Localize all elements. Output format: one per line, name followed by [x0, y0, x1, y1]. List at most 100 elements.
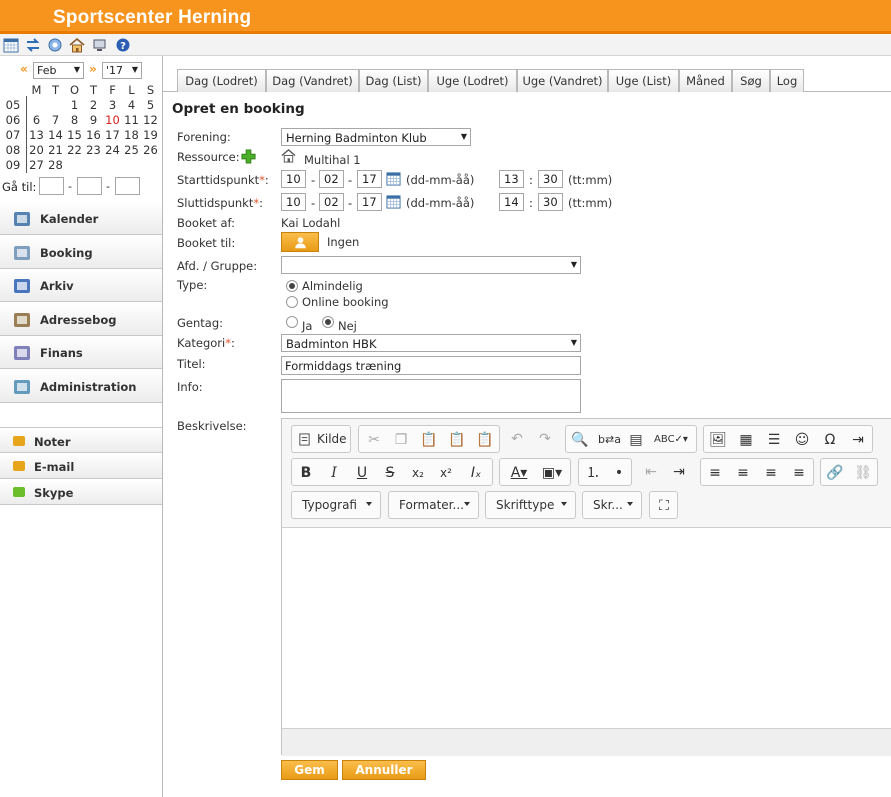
outdent-icon[interactable]: ⇤	[641, 462, 661, 482]
align-right-icon[interactable]: ≡	[761, 463, 781, 483]
tab-3[interactable]: Uge (Lodret)	[428, 69, 517, 92]
calendar-picker-icon[interactable]	[386, 194, 401, 209]
calendar-day[interactable]: 25	[122, 143, 141, 157]
numbered-list-icon[interactable]: ⒈	[583, 463, 603, 483]
bold-icon[interactable]: B	[296, 463, 316, 483]
week-number[interactable]: 07	[2, 128, 24, 142]
menu-item-skype[interactable]: Skype	[0, 479, 162, 505]
type-almindelig-radio[interactable]	[286, 280, 298, 292]
special-char-icon[interactable]: Ω	[820, 430, 840, 450]
home-icon[interactable]	[69, 37, 85, 53]
tab-6[interactable]: Måned	[679, 69, 732, 92]
slut-hour-input[interactable]: 14	[499, 193, 524, 211]
week-number[interactable]: 06	[2, 113, 24, 127]
calendar-day[interactable]: 3	[103, 98, 122, 112]
paste-icon[interactable]: 📋	[419, 430, 439, 450]
font-combo[interactable]: Skrifttype	[485, 491, 576, 519]
menu-item-kalender[interactable]: Kalender	[0, 202, 162, 235]
help-icon[interactable]: ?	[115, 37, 131, 53]
italic-icon[interactable]: I	[324, 463, 344, 483]
source-button[interactable]: Kilde	[291, 425, 351, 453]
slut-day-input[interactable]: 10	[281, 193, 306, 211]
month-select[interactable]: Feb ▼	[33, 62, 84, 79]
titel-input[interactable]: Formiddags træning	[281, 356, 581, 375]
tab-1[interactable]: Dag (Vandret)	[266, 69, 359, 92]
paste-word-icon[interactable]: 📋	[475, 430, 495, 450]
calendar-day[interactable]: 7	[46, 113, 65, 127]
calendar-day[interactable]: 8	[65, 113, 84, 127]
strike-icon[interactable]: S	[380, 463, 400, 483]
menu-item-adressebog[interactable]: Adressebog	[0, 302, 162, 336]
swap-icon[interactable]	[25, 37, 41, 53]
calendar-icon[interactable]	[3, 37, 19, 53]
page-break-icon[interactable]: ⇥	[848, 430, 868, 450]
calendar-picker-icon[interactable]	[386, 171, 401, 186]
slut-month-input[interactable]: 02	[319, 193, 344, 211]
calendar-day[interactable]: 11	[122, 113, 141, 127]
calendar-day[interactable]: 18	[122, 128, 141, 142]
calendar-day[interactable]: 12	[141, 113, 160, 127]
menu-item-administration[interactable]: Administration	[0, 369, 162, 403]
horizontal-rule-icon[interactable]: ☰	[764, 430, 784, 450]
year-select[interactable]: '17 ▼	[102, 62, 142, 79]
bullet-list-icon[interactable]: •	[609, 463, 629, 483]
calendar-day[interactable]: 4	[122, 98, 141, 112]
calendar-day[interactable]: 20	[27, 143, 46, 157]
redo-icon[interactable]: ↷	[535, 429, 555, 449]
unlink-icon[interactable]: ⛓	[853, 463, 873, 483]
menu-item-finans[interactable]: Finans	[0, 336, 162, 369]
next-month-arrow[interactable]: »	[89, 62, 97, 76]
superscript-icon[interactable]: x²	[436, 463, 456, 483]
table-icon[interactable]: ▦	[736, 430, 756, 450]
menu-item-noter[interactable]: Noter	[0, 427, 162, 453]
calendar-day[interactable]: 5	[141, 98, 160, 112]
format-combo[interactable]: Formater...	[388, 491, 479, 519]
gentag-ja-radio[interactable]	[286, 316, 298, 328]
start-day-input[interactable]: 10	[281, 170, 306, 188]
info-textarea[interactable]	[281, 379, 581, 413]
calendar-day[interactable]: 6	[27, 113, 46, 127]
font-size-combo[interactable]: Skr...	[582, 491, 642, 519]
tab-8[interactable]: Log	[770, 69, 804, 92]
remove-format-icon[interactable]: Iₓ	[466, 463, 486, 483]
slut-minute-input[interactable]: 30	[538, 193, 563, 211]
indent-icon[interactable]: ⇥	[669, 462, 689, 482]
slut-year-input[interactable]: 17	[357, 193, 382, 211]
start-minute-input[interactable]: 30	[538, 170, 563, 188]
maximize-button[interactable]: ⛶	[649, 491, 678, 519]
find-icon[interactable]: 🔍	[570, 430, 590, 450]
link-icon[interactable]: 🔗	[825, 463, 845, 483]
tab-5[interactable]: Uge (List)	[608, 69, 679, 92]
undo-icon[interactable]: ↶	[507, 429, 527, 449]
tab-4[interactable]: Uge (Vandret)	[517, 69, 608, 92]
calendar-day[interactable]: 23	[84, 143, 103, 157]
calendar-day[interactable]: 22	[65, 143, 84, 157]
monitor-icon[interactable]	[92, 37, 108, 53]
align-justify-icon[interactable]: ≡	[789, 463, 809, 483]
editor-content-area[interactable]	[282, 529, 891, 728]
bg-color-icon[interactable]: ▣▾	[538, 463, 566, 483]
save-button[interactable]: Gem	[281, 760, 338, 780]
calendar-day[interactable]: 24	[103, 143, 122, 157]
calendar-day[interactable]: 10	[103, 113, 122, 127]
calendar-day[interactable]: 13	[27, 128, 46, 142]
week-number[interactable]: 05	[2, 98, 24, 112]
calendar-day[interactable]: 19	[141, 128, 160, 142]
calendar-day[interactable]: 17	[103, 128, 122, 142]
calendar-day[interactable]: 28	[46, 158, 65, 172]
underline-icon[interactable]: U	[352, 463, 372, 483]
calendar-day[interactable]: 16	[84, 128, 103, 142]
image-icon[interactable]: 🖼	[708, 430, 728, 450]
forening-select[interactable]: Herning Badminton Klub ▼	[281, 128, 471, 146]
calendar-day[interactable]: 27	[27, 158, 46, 172]
text-color-icon[interactable]: A▾	[505, 463, 533, 483]
goto-day-input[interactable]	[39, 177, 64, 195]
align-center-icon[interactable]: ≡	[733, 463, 753, 483]
gentag-nej-radio[interactable]	[322, 316, 334, 328]
afd-select[interactable]: ▼	[281, 256, 581, 274]
calendar-day[interactable]: 21	[46, 143, 65, 157]
calendar-day[interactable]: 14	[46, 128, 65, 142]
goto-year-input[interactable]	[115, 177, 140, 195]
smiley-icon[interactable]: ☺	[792, 430, 812, 450]
subscript-icon[interactable]: x₂	[408, 463, 428, 483]
